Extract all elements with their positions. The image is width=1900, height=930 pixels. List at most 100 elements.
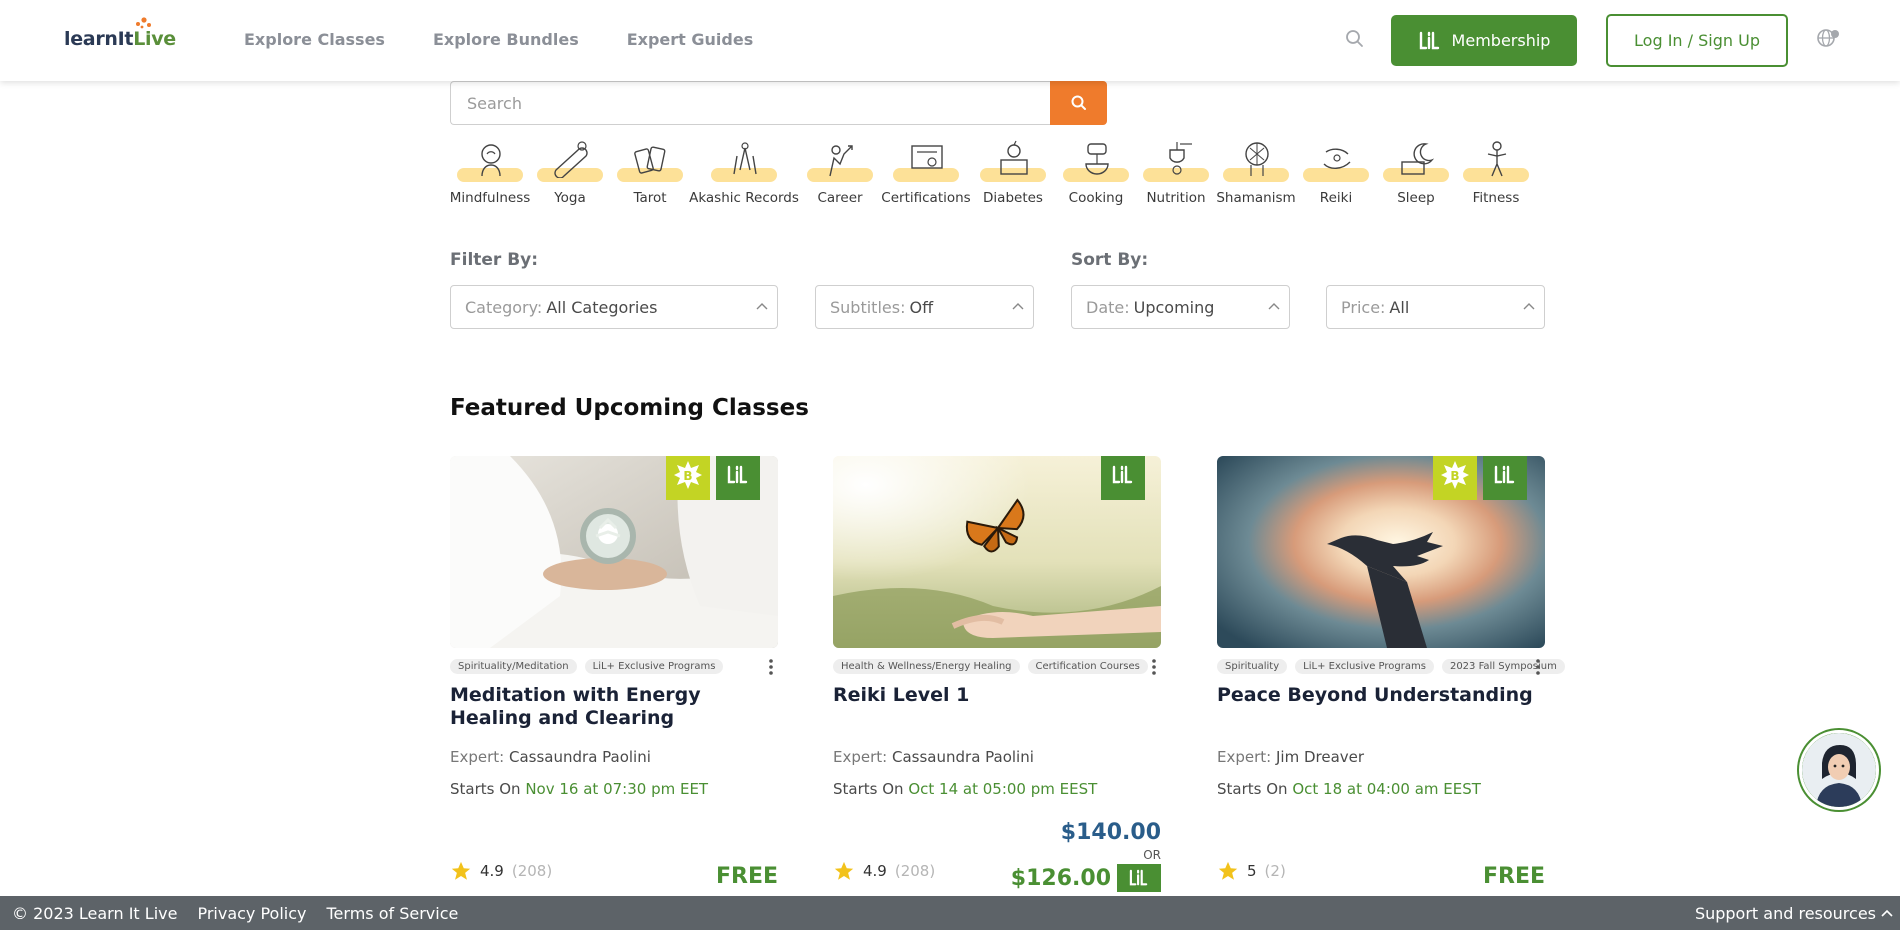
category-certifications[interactable]: Certifications [881,136,971,206]
more-options-icon[interactable] [768,658,774,676]
support-label: Support and resources [1694,903,1876,923]
chevron-up-icon [1523,303,1535,310]
search-input[interactable] [450,81,1050,125]
search-submit-button[interactable] [1050,81,1107,125]
search-icon[interactable] [1344,28,1366,50]
class-image[interactable] [833,456,1161,648]
tag[interactable]: LiL+ Exclusive Programs [1295,658,1434,674]
language-globe-icon[interactable] [1815,26,1843,50]
bundle-badge: B [1433,456,1477,500]
category-label: Yoga [554,190,586,206]
category-select-prefix: Category: [465,297,543,317]
category-shamanism[interactable]: Shamanism [1216,136,1296,206]
member-price: $126.00 [1011,864,1161,892]
badge-group: B [666,456,760,500]
tag[interactable]: 2023 Fall Symposium [1441,658,1565,674]
category-nutrition[interactable]: Nutrition [1136,136,1216,206]
category-reiki[interactable]: Reiki [1296,136,1376,206]
date-select-prefix: Date: [1086,297,1130,317]
date-select-value: Upcoming [1133,297,1215,317]
class-image[interactable]: B [1217,456,1545,648]
terms-of-service-link[interactable]: Terms of Service [327,904,459,923]
search-icon [1071,95,1086,110]
expert-label: Expert: [833,748,888,766]
site-footer: © 2023 Learn It Live Privacy Policy Term… [0,896,1900,930]
nav-expert-guides[interactable]: Expert Guides [627,30,754,49]
start-date: Oct 14 at 05:00 pm EEST [908,780,1098,798]
cooking-mixer-icon [1085,143,1109,175]
date-sort-select[interactable]: Date: Upcoming [1071,285,1290,329]
class-card[interactable]: B Spirituality LiL+ Exclusive Programs 2… [1217,456,1565,889]
membership-button[interactable]: Membership [1391,15,1577,66]
category-mindfulness[interactable]: Mindfulness [450,136,530,206]
tag[interactable]: LiL+ Exclusive Programs [584,658,724,674]
category-label: Fitness [1472,190,1520,206]
tag[interactable]: Spirituality/Meditation [450,658,577,674]
featured-section-title: Featured Upcoming Classes [450,395,809,421]
class-title[interactable]: Reiki Level 1 [833,684,1161,730]
price: FREE [1482,864,1545,889]
start-date: Nov 16 at 07:30 pm EET [525,780,709,798]
bundle-badge: B [666,456,710,500]
category-label: Diabetes [983,190,1043,206]
category-fitness[interactable]: Fitness [1456,136,1536,206]
tag[interactable]: Spirituality [1217,658,1288,674]
expert-label: Expert: [1217,748,1272,766]
category-label: Reiki [1319,190,1353,206]
support-resources-toggle[interactable]: Support and resources [1695,904,1894,923]
category-akashic-records[interactable]: Akashic Records [689,136,799,206]
more-options-icon[interactable] [1151,658,1157,676]
review-count: (208) [894,862,936,880]
lil-logo-icon [1494,465,1515,483]
category-cooking[interactable]: Cooking [1056,136,1136,206]
class-title[interactable]: Meditation with Energy Healing and Clear… [450,684,778,730]
chevron-up-icon [1012,303,1024,310]
start-date-line: Starts On Oct 18 at 04:00 am EEST [1217,780,1545,798]
starts-label: Starts On [1217,780,1288,798]
lil-plus-badge [1117,864,1161,892]
star-icon [834,861,854,880]
lil-logo-icon [1419,31,1439,49]
expert-line: Expert: Cassaundra Paolini [833,748,1161,766]
class-title[interactable]: Peace Beyond Understanding [1217,684,1545,730]
fitness-icon [1487,141,1507,177]
chevron-up-icon [1881,909,1893,917]
price-sort-select[interactable]: Price: All [1326,285,1545,329]
nav-explore-bundles[interactable]: Explore Bundles [433,30,579,49]
privacy-policy-link[interactable]: Privacy Policy [197,904,306,923]
expert-name[interactable]: Cassaundra Paolini [892,748,1034,766]
logo[interactable]: learnItLive [64,16,176,50]
more-options-icon[interactable] [1535,658,1541,676]
expert-label: Expert: [450,748,505,766]
category-tarot[interactable]: Tarot [610,136,690,206]
starburst-b-icon: B [674,460,702,489]
class-card[interactable]: B Spirituality/Meditation LiL+ Exclusive… [450,456,778,889]
category-select[interactable]: Category: All Categories [450,285,778,329]
class-card[interactable]: Health & Wellness/Energy Healing Certifi… [833,456,1161,892]
nav-explore-classes[interactable]: Explore Classes [244,30,385,49]
category-career[interactable]: Career [798,136,882,206]
category-sleep[interactable]: Sleep [1376,136,1456,206]
mindfulness-icon [481,144,501,177]
lil-logo-icon [1112,465,1133,483]
category-label: Cooking [1068,190,1124,206]
tag[interactable]: Health & Wellness/Energy Healing [833,658,1020,674]
subtitles-select-prefix: Subtitles: [830,297,906,317]
reiki-hands-icon [1323,148,1351,169]
chat-assistant-button[interactable] [1799,730,1879,810]
category-label: Akashic Records [689,190,799,206]
category-diabetes[interactable]: Diabetes [970,136,1056,206]
nutrition-icon [1169,142,1192,175]
login-signup-button[interactable]: Log In / Sign Up [1606,14,1788,67]
category-yoga[interactable]: Yoga [530,136,610,206]
tag[interactable]: Certification Courses [1027,658,1148,674]
subtitles-select[interactable]: Subtitles: Off [815,285,1034,329]
class-image[interactable]: B [450,456,778,648]
tag-list: Health & Wellness/Energy Healing Certifi… [833,658,1161,676]
rating-value: 4.9 [480,862,504,880]
review-count: (2) [1264,862,1286,880]
expert-name[interactable]: Jim Dreaver [1276,748,1364,766]
price-select-value: All [1389,297,1410,317]
expert-name[interactable]: Cassaundra Paolini [509,748,651,766]
svg-text:B: B [1450,469,1459,483]
